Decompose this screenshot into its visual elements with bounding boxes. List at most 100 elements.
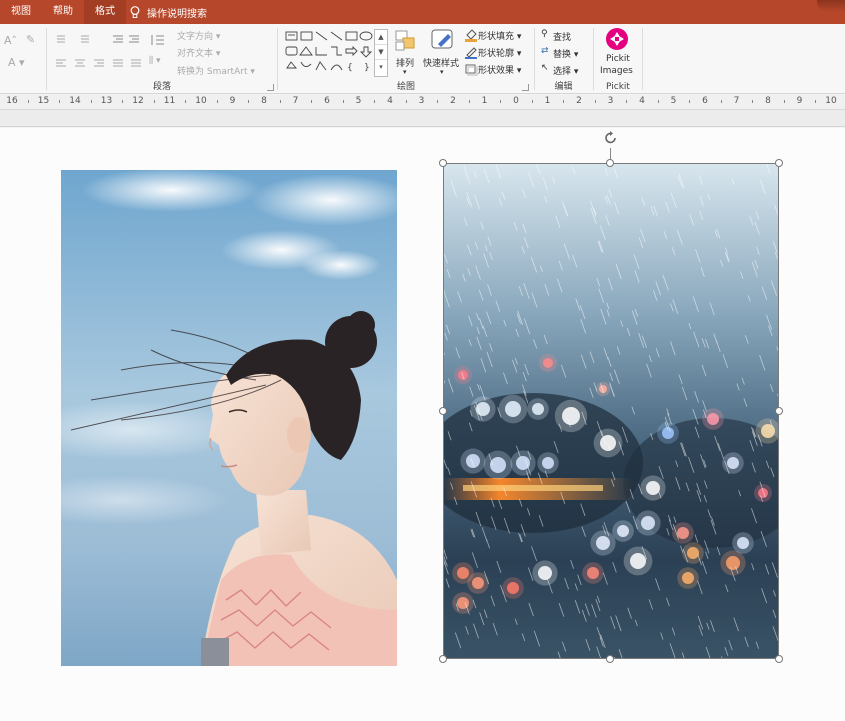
ruler-strip [0,110,845,127]
tab-view[interactable]: 视图 [0,0,42,24]
align-text-button[interactable]: 对齐文本 ▾ [177,46,220,59]
ruler-number: 10 [825,96,837,106]
ruler-tick [594,100,596,103]
resize-handle-bottom-left[interactable] [439,655,447,663]
resize-handle-top-right[interactable] [775,159,783,167]
ruler-tick [752,100,754,103]
ruler-tick [311,100,313,103]
alignment-buttons-icon[interactable] [55,58,145,68]
ruler-tick [563,100,565,103]
ruler-number: 0 [513,96,519,106]
ribbon: A˄ ✎ A ▾ 文字方向 ▾ 对齐文本 ▾ 转换为 SmartArt ▾ ⫼ … [0,24,845,94]
ruler-number: 1 [481,96,488,106]
ruler-number: 7 [292,96,299,106]
ruler-number: 14 [69,96,81,106]
font-color-icon[interactable]: A ▾ [8,56,25,69]
ruler-number: 10 [195,96,207,106]
ruler-tick [405,100,407,103]
pickit-group-label: Pickit [606,82,630,92]
ruler-tick [657,100,659,103]
font-size-icon[interactable]: A˄ [4,34,17,47]
ruler-tick [90,100,92,103]
drawing-launcher-icon[interactable] [522,84,529,91]
ruler-number: 4 [387,96,393,106]
line-spacing-icon[interactable] [150,34,166,46]
paragraph-group: 文字方向 ▾ 对齐文本 ▾ 转换为 SmartArt ▾ ⫼ ▾ 段落 [47,24,277,94]
ruler-number: 9 [229,96,236,106]
ruler-number: 11 [163,96,176,106]
resize-handle-bottom[interactable] [606,655,614,663]
ruler-number: 3 [418,96,425,106]
text-direction-label: 文字方向 [177,32,214,42]
convert-smartart-button[interactable]: 转换为 SmartArt ▾ [177,64,255,77]
ruler-tick [626,100,628,103]
woman-portrait-image[interactable] [61,170,397,666]
tab-help[interactable]: 帮助 [42,0,84,24]
ruler-number: 4 [639,96,645,106]
ruler-tick [500,100,502,103]
replace-label: 替换 [553,50,572,60]
ruler-tick [468,100,470,103]
resize-handle-top[interactable] [606,159,614,167]
ruler-tick [185,100,187,103]
ruler-number: 8 [261,96,267,106]
editing-group: ⚲ 查找 ⇄ 替换 ▾ ↖ 选择 ▾ 编辑 [535,24,592,94]
find-button[interactable]: ⚲ 查找 [541,29,589,43]
ruler-number: 13 [100,96,113,106]
replace-button[interactable]: ⇄ 替换 ▾ [541,46,589,60]
select-button[interactable]: ↖ 选择 ▾ [541,63,589,77]
ruler-tick [59,100,61,103]
ruler-number: 6 [324,96,330,106]
resize-handle-left[interactable] [439,407,447,415]
resize-handle-right[interactable] [775,407,783,415]
drawing-group-footer: 绘图 [278,24,534,94]
ruler-tick [342,100,344,103]
ruler-number: 2 [576,96,582,106]
ruler-tick [437,100,439,103]
ruler-tick [122,100,124,103]
ruler-number: 6 [702,96,708,106]
indent-buttons-icon[interactable] [111,34,143,44]
selection-frame [443,163,779,659]
columns-icon[interactable]: ⫼ ▾ [149,56,161,66]
clear-format-icon[interactable]: ✎ [26,33,35,46]
ruler-number: 3 [607,96,614,106]
ruler-tick [689,100,691,103]
text-direction-button[interactable]: 文字方向 ▾ [177,29,220,42]
tab-format[interactable]: 格式 [84,0,126,24]
ribbon-tab-bar: 视图 帮助 格式 操作说明搜索 [0,0,845,24]
paragraph-launcher-icon[interactable] [267,84,274,91]
rotate-handle-icon[interactable] [603,130,619,146]
list-buttons-icon[interactable] [55,34,115,44]
resize-handle-top-left[interactable] [439,159,447,167]
ruler-tick [216,100,218,103]
find-label: 查找 [553,33,572,43]
ruler-number: 9 [796,96,803,106]
tell-me-label: 操作说明搜索 [147,8,207,20]
ruler-tick [531,100,533,103]
ruler-tick [815,100,817,103]
woman-portrait-graphic [61,170,397,666]
ruler-tick [279,100,281,103]
tell-me-search[interactable]: 操作说明搜索 [130,5,207,20]
ruler-tick [248,100,250,103]
ruler-number: 1 [544,96,551,106]
ruler-number: 15 [37,96,50,106]
convert-smartart-label: 转换为 SmartArt [177,67,248,77]
editing-group-label: 编辑 [554,82,573,92]
pickit-group-footer: Pickit [594,24,642,94]
ruler-number: 16 [6,96,18,106]
cursor-icon: ↖ [541,63,549,73]
ruler-tick [374,100,376,103]
ruler-tick [27,100,29,103]
magnifier-icon: ⚲ [541,29,548,39]
font-group-fragment: A˄ ✎ A ▾ [0,24,46,94]
ruler-number: 7 [733,96,740,106]
ruler-number: 2 [450,96,456,106]
window-corner [817,0,845,12]
horizontal-ruler[interactable]: 16 15 14 13 12 11 10 9 8 7 6 5 4 3 2 1 0 1 2 3 4 5 6 7 8 9 10 [0,95,845,110]
resize-handle-bottom-right[interactable] [775,655,783,663]
ruler-number: 5 [355,96,362,106]
paragraph-group-label: 段落 [152,82,171,92]
drawing-group-label: 绘图 [396,82,415,92]
